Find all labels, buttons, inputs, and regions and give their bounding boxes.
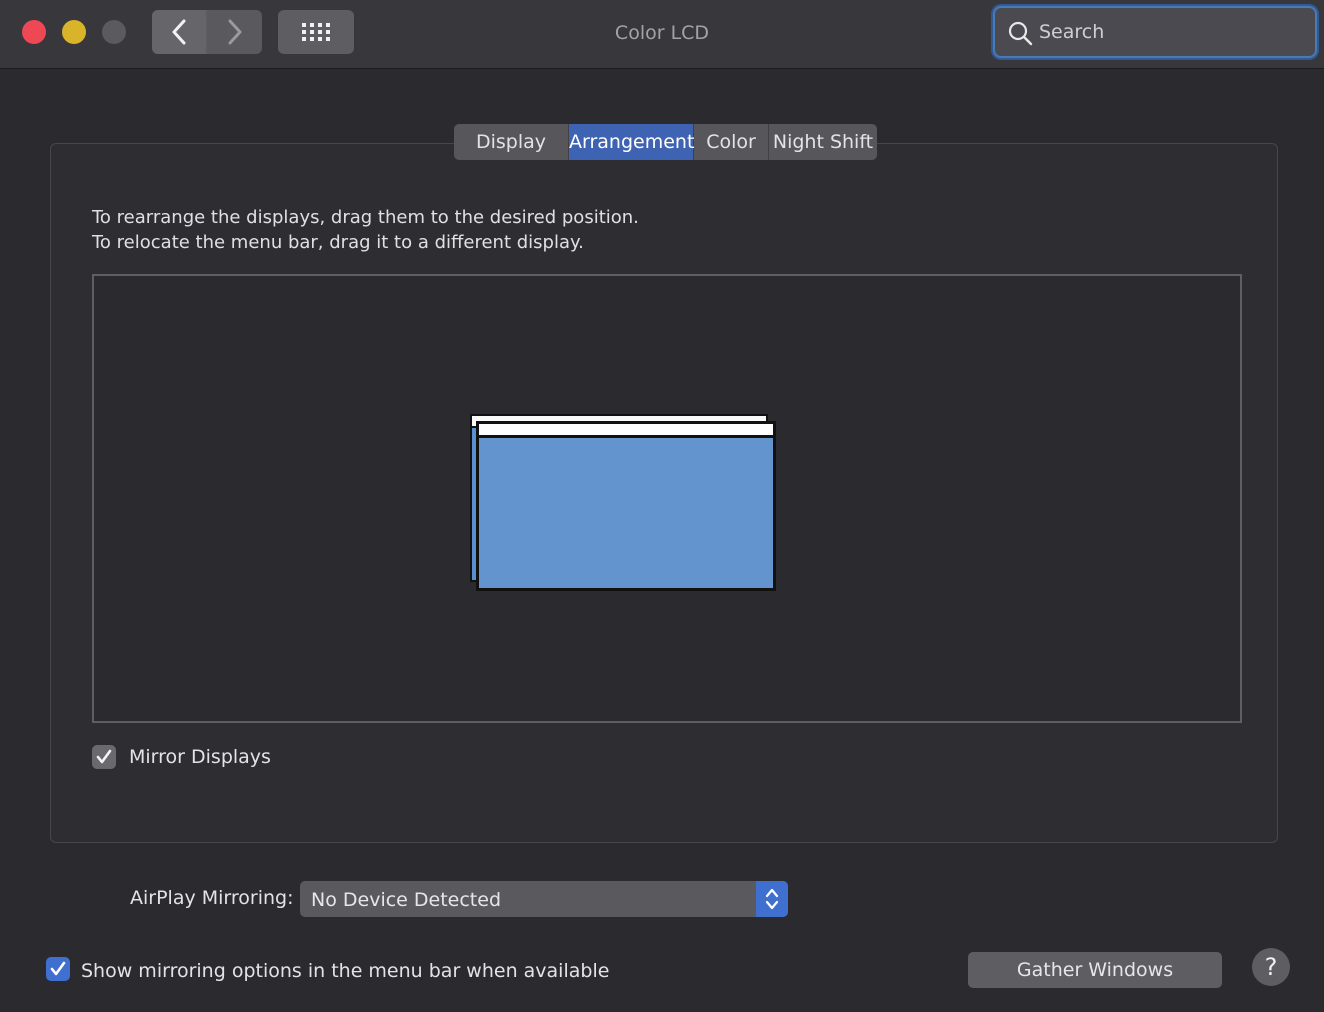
airplay-selected-value: No Device Detected: [311, 889, 501, 911]
search-field[interactable]: Search: [993, 6, 1317, 58]
back-forward-group: [152, 10, 262, 54]
tab-color[interactable]: Color: [694, 124, 769, 160]
search-icon: [1008, 21, 1033, 46]
airplay-device-select[interactable]: No Device Detected: [300, 881, 788, 917]
tab-night-shift[interactable]: Night Shift: [769, 124, 877, 160]
chevron-left-icon: [172, 19, 186, 45]
chevron-right-icon: [228, 19, 242, 45]
title-bar: Color LCD Search: [0, 0, 1324, 69]
show-all-button[interactable]: [278, 10, 354, 54]
close-button[interactable]: [22, 20, 46, 44]
instruction-menu-bar: To relocate the menu bar, drag it to a d…: [92, 232, 584, 253]
menu-bar-indicator[interactable]: [479, 424, 773, 438]
mirror-displays-checkbox[interactable]: [92, 745, 116, 769]
tab-display[interactable]: Display: [454, 124, 569, 160]
back-button[interactable]: [152, 10, 206, 54]
display-thumbnail-primary[interactable]: [476, 421, 776, 591]
tab-arrangement[interactable]: Arrangement: [569, 124, 694, 160]
minimize-button[interactable]: [62, 20, 86, 44]
display-arrangement-area: [92, 274, 1242, 723]
popup-arrows: [756, 881, 788, 917]
checkmark-icon: [96, 749, 112, 764]
gather-windows-button[interactable]: Gather Windows: [968, 952, 1222, 988]
show-all-grid-icon: [302, 23, 330, 41]
forward-button[interactable]: [208, 10, 262, 54]
search-placeholder: Search: [1039, 21, 1105, 43]
show-mirroring-options-label: Show mirroring options in the menu bar w…: [81, 960, 610, 982]
zoom-button[interactable]: [102, 20, 126, 44]
tab-bar: Display Arrangement Color Night Shift: [454, 124, 877, 160]
show-mirroring-options-checkbox[interactable]: [46, 957, 70, 981]
instruction-rearrange: To rearrange the displays, drag them to …: [92, 207, 639, 228]
airplay-mirroring-label: AirPlay Mirroring:: [130, 887, 294, 909]
window-title: Color LCD: [614, 22, 710, 44]
help-button[interactable]: ?: [1252, 948, 1290, 986]
mirror-displays-label: Mirror Displays: [129, 746, 271, 768]
up-down-chevrons-icon: [765, 888, 779, 910]
instructions: To rearrange the displays, drag them to …: [92, 205, 639, 255]
checkmark-icon: [50, 961, 66, 976]
